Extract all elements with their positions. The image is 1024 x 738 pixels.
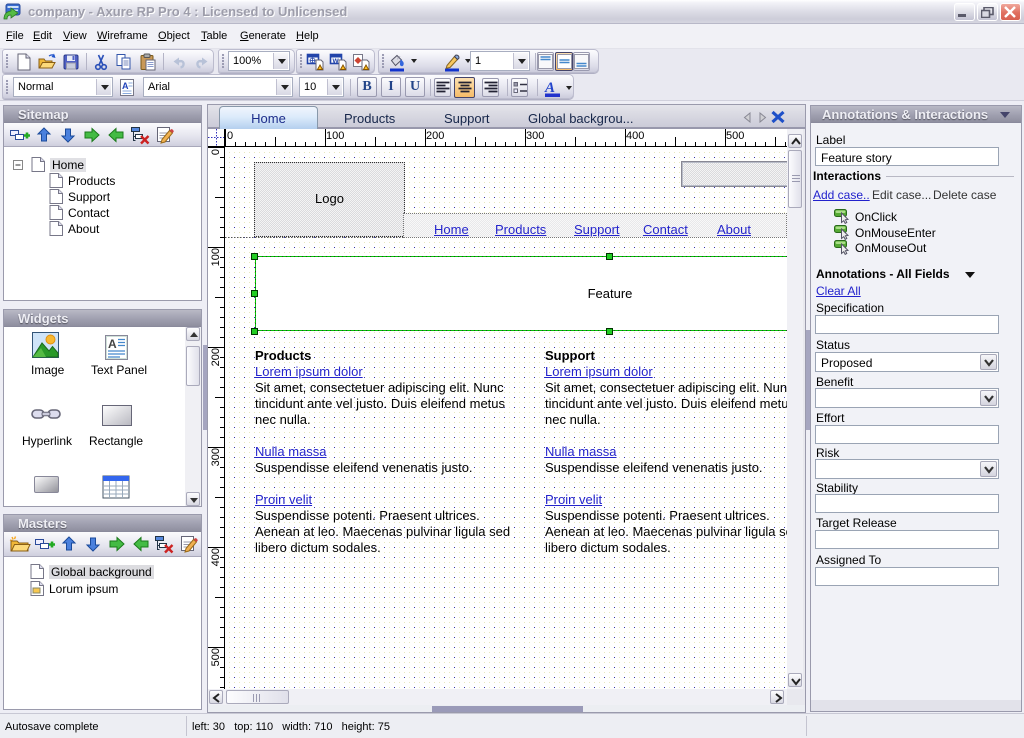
svg-text:A: A: [122, 81, 129, 91]
svg-text:W: W: [333, 58, 340, 65]
svg-text:A: A: [108, 337, 117, 351]
